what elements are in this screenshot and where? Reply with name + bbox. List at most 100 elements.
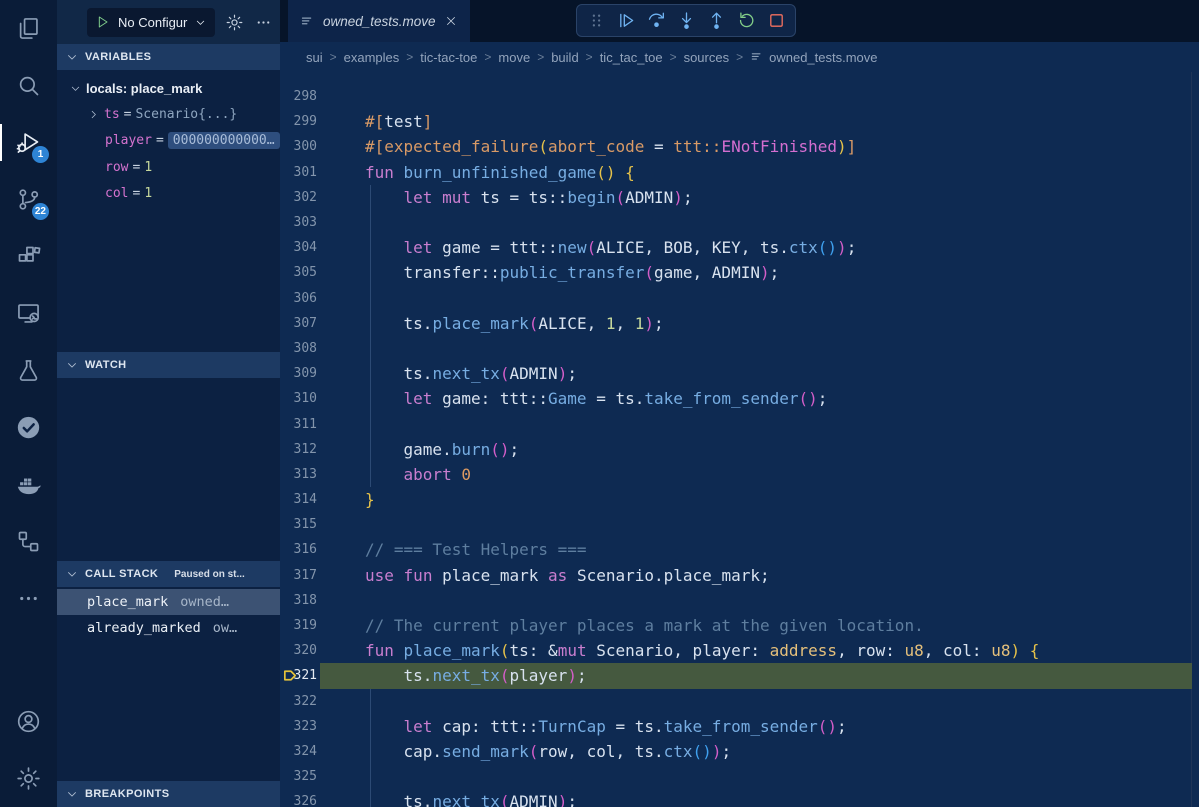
breadcrumb-item[interactable]: examples — [344, 50, 400, 65]
line-number[interactable]: 324 — [280, 744, 320, 759]
debug-stop-button[interactable] — [763, 8, 789, 34]
line-number[interactable]: 320 — [280, 643, 320, 658]
extensions-icon — [15, 243, 42, 270]
line-number[interactable]: 298 — [280, 89, 320, 104]
variable-value: 000000000000… — [168, 132, 280, 149]
breadcrumb-item[interactable]: move — [498, 50, 530, 65]
callstack-frame[interactable]: place_markowned… — [57, 589, 280, 615]
equals-sign: = — [120, 107, 136, 122]
line-number[interactable]: 312 — [280, 442, 320, 457]
activity-bar-item-source-control[interactable]: 22 — [0, 171, 57, 228]
variable-col[interactable]: col=1 — [57, 180, 280, 206]
activity-bar-item-search[interactable] — [0, 57, 57, 114]
activity-bar-item-account[interactable] — [0, 693, 57, 750]
gear-icon — [225, 13, 244, 32]
breadcrumb-item[interactable]: build — [551, 50, 578, 65]
activity-bar-item-hierarchy[interactable] — [0, 513, 57, 570]
breadcrumb-file[interactable]: owned_tests.move — [750, 50, 877, 65]
breadcrumb-item[interactable]: tic_tac_toe — [600, 50, 663, 65]
breakpoints-section-header[interactable]: BREAKPOINTS — [57, 781, 280, 807]
activity-bar-item-explorer[interactable] — [0, 0, 57, 57]
line-number[interactable]: 299 — [280, 114, 320, 129]
code-line: 316// === Test Helpers === — [280, 537, 1199, 562]
search-icon — [15, 72, 42, 99]
debug-step-out-button[interactable] — [703, 8, 729, 34]
line-number[interactable]: 325 — [280, 769, 320, 784]
gutter: 308 — [280, 336, 320, 361]
breadcrumb-separator: > — [670, 50, 677, 64]
breadcrumb-item[interactable]: tic-tac-toe — [420, 50, 477, 65]
breadcrumb-item[interactable]: sources — [684, 50, 730, 65]
tab-close-icon[interactable] — [444, 14, 458, 28]
gutter: 313 — [280, 462, 320, 487]
line-number[interactable]: 301 — [280, 165, 320, 180]
line-number[interactable]: 323 — [280, 719, 320, 734]
line-number[interactable]: 318 — [280, 593, 320, 608]
activity-bar-item-run-debug[interactable]: 1 — [0, 114, 57, 171]
gutter: 302 — [280, 185, 320, 210]
line-number[interactable]: 310 — [280, 391, 320, 406]
variable-name: ts — [104, 107, 120, 122]
code-line-text: let cap: ttt::TurnCap = ts.take_from_sen… — [320, 714, 1192, 739]
code-editor[interactable]: 298299#[test]300#[expected_failure(abort… — [280, 72, 1199, 807]
call-stack-panel: place_markowned…already_markedow… — [57, 587, 280, 781]
tab-owned-tests-move[interactable]: owned_tests.move — [288, 0, 470, 42]
line-number[interactable]: 305 — [280, 265, 320, 280]
line-number[interactable]: 317 — [280, 568, 320, 583]
code-line-text: ts.place_mark(ALICE, 1, 1); — [320, 311, 1192, 336]
code-line: 326 ts.next_tx(ADMIN); — [280, 789, 1199, 807]
run-configuration-dropdown[interactable]: No Configur — [87, 8, 215, 37]
callstack-frame[interactable]: already_markedow… — [57, 615, 280, 641]
line-number[interactable]: 304 — [280, 240, 320, 255]
watch-section-header[interactable]: WATCH — [57, 352, 280, 378]
checks-icon — [15, 414, 42, 441]
call-stack-section-header[interactable]: CALL STACK Paused on st... — [57, 561, 280, 587]
breadcrumb-separator: > — [537, 50, 544, 64]
line-number[interactable]: 322 — [280, 694, 320, 709]
code-line: 299#[test] — [280, 109, 1199, 134]
activity-bar-item-more[interactable] — [0, 570, 57, 627]
line-number[interactable]: 306 — [280, 291, 320, 306]
run-configuration-label: No Configur — [118, 15, 187, 30]
line-number[interactable]: 313 — [280, 467, 320, 482]
line-number[interactable]: 303 — [280, 215, 320, 230]
debug-step-over-button[interactable] — [643, 8, 669, 34]
debug-settings-gear-button[interactable] — [225, 13, 244, 32]
line-number[interactable]: 307 — [280, 316, 320, 331]
activity-bar-item-testing[interactable] — [0, 342, 57, 399]
variable-name: player — [105, 133, 152, 148]
activity-bar-item-settings[interactable] — [0, 750, 57, 807]
line-number[interactable]: 314 — [280, 492, 320, 507]
line-number[interactable]: 309 — [280, 366, 320, 381]
code-line: 303 — [280, 210, 1199, 235]
breadcrumb-item[interactable]: sui — [306, 50, 323, 65]
line-number[interactable]: 316 — [280, 542, 320, 557]
more-icon — [15, 585, 42, 612]
variable-value: 1 — [144, 186, 152, 201]
variable-ts[interactable]: ts=Scenario{...} — [57, 101, 280, 127]
gutter: 323 — [280, 714, 320, 739]
variables-scope-row[interactable]: locals: place_mark — [57, 75, 280, 101]
activity-bar-item-extensions[interactable] — [0, 228, 57, 285]
variables-section-header[interactable]: VARIABLES — [57, 44, 280, 70]
line-number[interactable]: 302 — [280, 190, 320, 205]
line-number[interactable]: 311 — [280, 417, 320, 432]
line-number[interactable]: 319 — [280, 618, 320, 633]
variable-player[interactable]: player=000000000000… — [57, 128, 280, 154]
gutter: 309 — [280, 361, 320, 386]
line-number[interactable]: 315 — [280, 517, 320, 532]
line-number[interactable]: 326 — [280, 794, 320, 807]
code-line-text: // === Test Helpers === — [320, 537, 1192, 562]
debug-step-into-button[interactable] — [673, 8, 699, 34]
activity-bar-item-remote-explorer[interactable] — [0, 285, 57, 342]
variable-row[interactable]: row=1 — [57, 154, 280, 180]
line-number[interactable]: 308 — [280, 341, 320, 356]
activity-bar-item-docker[interactable] — [0, 456, 57, 513]
debug-restart-button[interactable] — [733, 8, 759, 34]
code-line: 322 — [280, 689, 1199, 714]
line-number[interactable]: 300 — [280, 139, 320, 154]
toolbar-drag-grip[interactable] — [583, 8, 609, 34]
debug-continue-button[interactable] — [613, 8, 639, 34]
activity-bar-item-checks[interactable] — [0, 399, 57, 456]
debug-more-actions-button[interactable] — [254, 13, 273, 32]
